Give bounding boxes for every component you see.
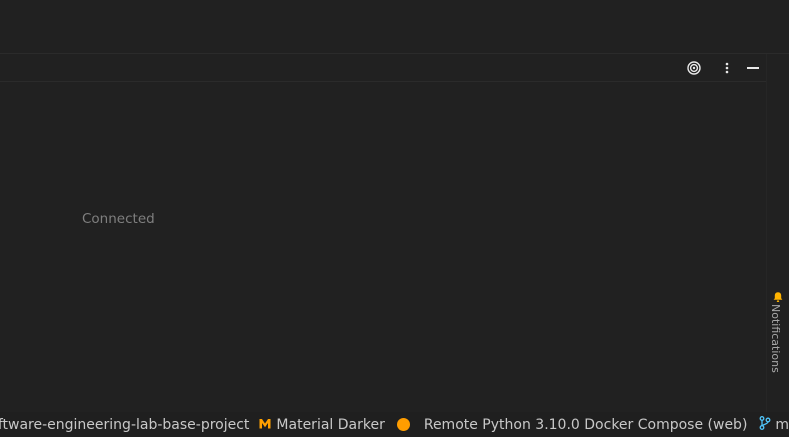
theme-name: Material Darker [276, 416, 385, 433]
notifications-label: Notifications [769, 304, 782, 373]
more-vertical-icon[interactable] [719, 60, 735, 76]
git-branch-widget[interactable]: main [759, 412, 789, 437]
material-theme-icon [259, 417, 271, 433]
status-bar: software-engineering-lab-base-project Ma… [0, 412, 789, 437]
git-branch-icon [759, 415, 771, 434]
theme-widget[interactable]: Material Darker [259, 412, 385, 437]
tool-window-content [0, 82, 766, 412]
python-interpreter-widget[interactable]: Remote Python 3.10.0 Docker Compose (web… [396, 412, 748, 437]
connection-status-text: Connected [82, 211, 155, 227]
interpreter-name: Remote Python 3.10.0 Docker Compose (web… [423, 416, 748, 433]
bell-icon [772, 288, 784, 302]
minimize-icon[interactable] [745, 60, 761, 76]
branch-name: main [775, 416, 789, 433]
project-name[interactable]: software-engineering-lab-base-project [0, 412, 249, 437]
tool-window-header [0, 54, 766, 82]
target-icon[interactable] [686, 60, 702, 76]
top-toolbar-area [0, 0, 789, 54]
interpreter-status-dot [396, 418, 410, 431]
ide-window: Connected Notifications software-enginee… [0, 0, 789, 437]
notifications-tab[interactable]: Notifications [766, 286, 789, 378]
